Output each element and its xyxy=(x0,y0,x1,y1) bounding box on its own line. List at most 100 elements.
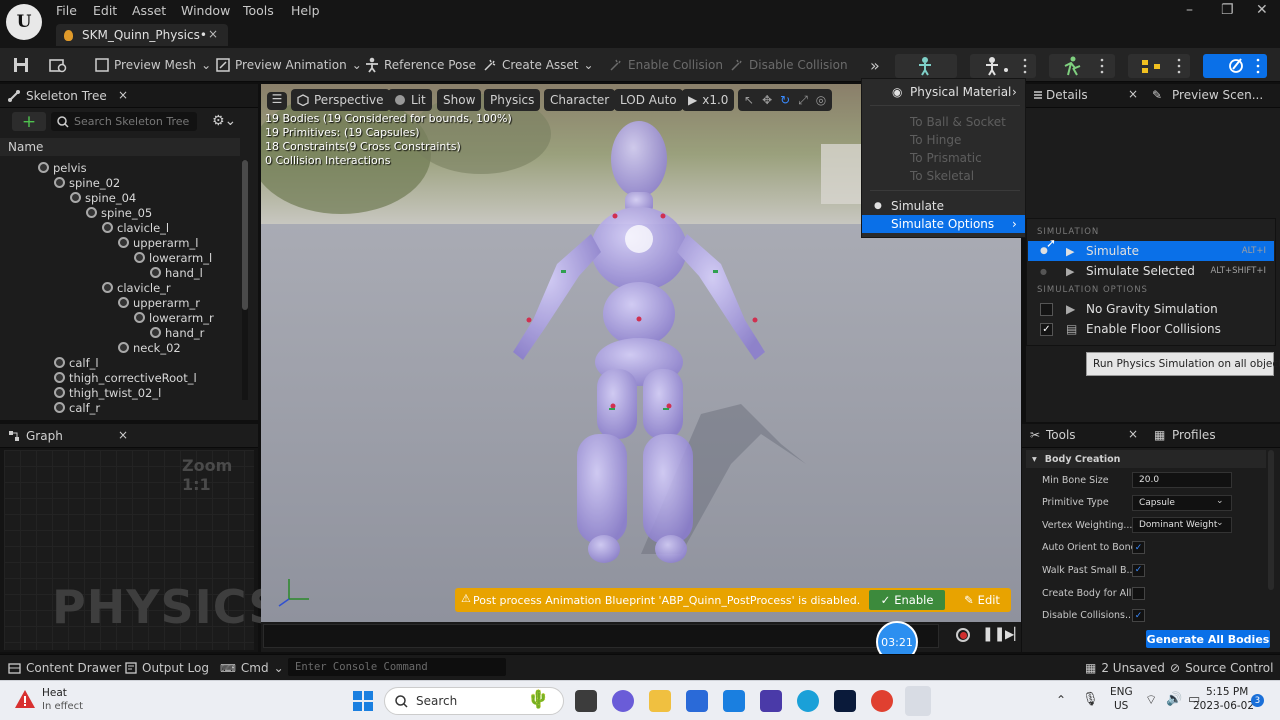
menu-help[interactable]: Help xyxy=(291,3,320,18)
timeline-track[interactable] xyxy=(263,624,939,648)
source-control-button[interactable]: ⊘ Source Control xyxy=(1170,661,1273,675)
cmd-button[interactable]: ⌨ Cmd ⌄ xyxy=(220,661,284,675)
enable-button[interactable]: ✓ Enable xyxy=(869,590,945,610)
lod-button[interactable]: LOD Auto xyxy=(614,89,683,111)
photoshop-icon[interactable] xyxy=(834,690,856,712)
bone-row[interactable]: spine_05 xyxy=(86,205,152,220)
property-checkbox[interactable]: ✓ xyxy=(1132,563,1145,577)
menu-tools[interactable]: Tools xyxy=(243,3,274,18)
playback-speed-button[interactable]: ▶ x1.0 xyxy=(682,89,735,111)
bone-row[interactable]: upperarm_r xyxy=(118,295,200,310)
animation-mode-button[interactable] xyxy=(1049,54,1115,78)
language-code[interactable]: ENG xyxy=(1110,686,1133,698)
menu-to-ball-socket[interactable]: To Ball & Socket xyxy=(862,113,1025,131)
lit-button[interactable]: Lit xyxy=(388,89,432,111)
menu-simulate-options[interactable]: Simulate Options › xyxy=(862,215,1025,233)
close-window-icon[interactable]: ✕ xyxy=(1256,2,1268,18)
microphone-icon[interactable]: 🎙 xyxy=(1082,692,1099,707)
scale-icon[interactable]: ⤢ xyxy=(798,93,808,108)
submenu-no-gravity[interactable]: ▶ No Gravity Simulation xyxy=(1028,299,1274,319)
tree-scrollbar[interactable] xyxy=(242,160,248,400)
bone-row[interactable]: clavicle_l xyxy=(102,220,169,235)
no-gravity-checkbox[interactable] xyxy=(1040,302,1053,316)
menu-simulate[interactable]: ● Simulate xyxy=(862,197,1025,215)
unreal-taskbar-icon[interactable] xyxy=(905,686,931,716)
toolbar-overflow-icon[interactable]: » xyxy=(870,56,880,75)
preview-mesh-button[interactable]: Preview Mesh ⌄ xyxy=(95,56,211,74)
close-panel-icon[interactable]: × xyxy=(1128,87,1138,101)
clock-time[interactable]: 5:15 PM xyxy=(1206,686,1248,698)
skeleton-search-input[interactable]: Search Skeleton Tree xyxy=(51,112,197,131)
chrome-icon[interactable] xyxy=(871,690,893,712)
bone-row[interactable]: calf_r xyxy=(54,400,100,415)
perspective-button[interactable]: Perspective xyxy=(291,89,390,111)
skeleton-mode-button[interactable] xyxy=(895,54,957,78)
body-creation-section[interactable]: ▾ Body Creation xyxy=(1026,450,1266,468)
disable-collision-button[interactable]: Disable Collision xyxy=(730,56,848,74)
taskbar-search[interactable]: Search 🌵 xyxy=(384,687,564,715)
tools-scrollbar[interactable] xyxy=(1268,450,1274,590)
property-checkbox[interactable]: ✓ xyxy=(1132,609,1145,623)
pause-icon[interactable]: ❚❚ xyxy=(982,626,1005,642)
preview-animation-button[interactable]: Preview Animation ⌄ xyxy=(216,56,362,74)
file-explorer-icon[interactable] xyxy=(649,690,671,712)
menu-physical-material[interactable]: ◉ Physical Material › xyxy=(862,83,1025,101)
language-region[interactable]: US xyxy=(1114,700,1128,712)
close-tab-icon[interactable]: × xyxy=(208,27,218,41)
bone-row[interactable]: pelvis xyxy=(38,160,87,175)
menu-window[interactable]: Window xyxy=(181,3,230,18)
menu-to-prismatic[interactable]: To Prismatic xyxy=(862,149,1025,167)
menu-file[interactable]: File xyxy=(56,3,77,18)
add-bone-button[interactable]: + xyxy=(12,112,46,132)
menu-to-hinge[interactable]: To Hinge xyxy=(862,131,1025,149)
bone-row[interactable]: lowerarm_r xyxy=(134,310,214,325)
close-panel-icon[interactable]: × xyxy=(118,88,128,102)
physics-button[interactable]: Physics xyxy=(484,89,541,111)
generate-all-bodies-button[interactable]: Generate All Bodies xyxy=(1146,630,1270,648)
property-input[interactable]: 20.0 xyxy=(1132,472,1232,488)
floor-collisions-checkbox[interactable]: ✓ xyxy=(1040,322,1053,336)
bone-row[interactable]: lowerarm_l xyxy=(134,250,212,265)
unsaved-button[interactable]: ▦ 2 Unsaved xyxy=(1085,661,1165,675)
menu-edit[interactable]: Edit xyxy=(93,3,117,18)
submenu-simulate[interactable]: ● ▶ Simulate ALT+I xyxy=(1028,241,1274,261)
edge-icon[interactable] xyxy=(797,690,819,712)
notification-badge[interactable]: 3 xyxy=(1251,694,1264,707)
asset-tab[interactable]: SKM_Quinn_Physics• × xyxy=(56,24,228,46)
volume-icon[interactable]: 🔊 xyxy=(1166,692,1182,707)
character-button[interactable]: Character xyxy=(544,89,616,111)
bone-row[interactable]: upperarm_l xyxy=(118,235,198,250)
bone-row[interactable]: calf_l xyxy=(54,355,99,370)
content-drawer-button[interactable]: Content Drawer xyxy=(8,661,121,675)
clock-date[interactable]: 2023-06-02 xyxy=(1193,700,1254,712)
show-button[interactable]: Show xyxy=(437,89,482,111)
task-view-icon[interactable] xyxy=(575,690,597,712)
submenu-simulate-selected[interactable]: ● ▶ Simulate Selected ALT+SHIFT+I xyxy=(1028,261,1274,281)
bone-row[interactable]: clavicle_r xyxy=(102,280,171,295)
start-button[interactable] xyxy=(352,690,374,712)
submenu-floor-collisions[interactable]: ✓ ▤ Enable Floor Collisions xyxy=(1028,319,1274,339)
mail-icon[interactable] xyxy=(723,690,745,712)
world-icon[interactable]: ◎ xyxy=(816,93,826,107)
wifi-icon[interactable]: ⌔ xyxy=(1145,692,1157,708)
close-panel-icon[interactable]: × xyxy=(118,428,128,442)
menu-asset[interactable]: Asset xyxy=(132,3,166,18)
heat-warning-icon[interactable] xyxy=(14,688,36,710)
reference-pose-button[interactable]: Reference Pose xyxy=(365,56,476,74)
browse-asset-icon[interactable] xyxy=(49,56,67,74)
tray-chevron-icon[interactable]: ⌃ xyxy=(1056,693,1066,707)
property-checkbox[interactable] xyxy=(1132,586,1145,600)
store-icon[interactable] xyxy=(686,690,708,712)
blueprint-mode-button[interactable] xyxy=(1128,54,1190,78)
tab-tools[interactable]: Tools xyxy=(1046,428,1076,442)
bone-row[interactable]: thigh_twist_02_l xyxy=(54,385,161,400)
create-asset-button[interactable]: Create Asset ⌄ xyxy=(483,56,594,74)
tab-details[interactable]: Details xyxy=(1046,88,1088,102)
chat-icon[interactable] xyxy=(612,690,634,712)
bone-row[interactable]: hand_l xyxy=(150,265,203,280)
enable-collision-button[interactable]: Enable Collision xyxy=(609,56,723,74)
maximize-icon[interactable]: ❐ xyxy=(1221,2,1234,18)
tab-preview-scene[interactable]: Preview Scen... xyxy=(1172,88,1263,102)
tab-profiles[interactable]: Profiles xyxy=(1172,428,1216,442)
tree-settings-icon[interactable]: ⚙⌄ xyxy=(212,113,236,129)
